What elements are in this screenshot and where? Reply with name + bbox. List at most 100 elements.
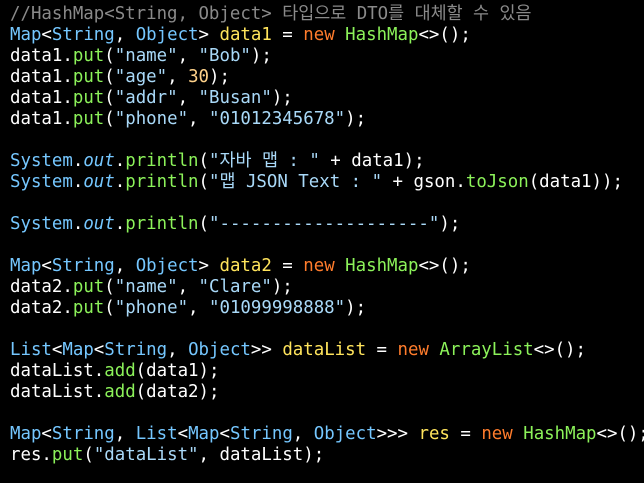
symbol-token: .: [72, 151, 84, 171]
method-token: toJson: [465, 172, 529, 192]
symbol-token: [429, 340, 439, 360]
identifier-token: res: [10, 445, 42, 465]
string-token: "dataList": [93, 445, 199, 465]
string-token: "Clare": [198, 277, 272, 297]
code-line[interactable]: System.out.println("자바 맵 : " + data1);: [10, 151, 644, 172]
code-editor[interactable]: //HashMap<String, Object> 타입으로 DTO를 대체할 …: [0, 0, 644, 483]
code-line[interactable]: //HashMap<String, Object> 타입으로 DTO를 대체할 …: [10, 4, 644, 25]
symbol-token: ,: [177, 46, 199, 66]
symbol-token: .: [455, 172, 466, 192]
identifier-token: data1: [10, 67, 63, 87]
symbol-token: .: [93, 382, 105, 402]
variable-token: data1: [219, 25, 272, 45]
code-line[interactable]: Map<String, Object> data2 = new HashMap<…: [10, 256, 644, 277]
code-line[interactable]: dataList.add(data1);: [10, 361, 644, 382]
keyword-token: new: [303, 256, 335, 276]
symbol-token: (: [135, 361, 147, 381]
code-line[interactable]: [10, 403, 644, 424]
keyword-token: new: [481, 424, 513, 444]
symbol-token: ,: [114, 25, 136, 45]
symbol-token: <>();: [596, 424, 644, 444]
method-token: println: [125, 151, 199, 171]
code-line[interactable]: [10, 193, 644, 214]
constructor-token: HashMap: [345, 256, 419, 276]
symbol-token: <: [93, 340, 105, 360]
symbol-token: ,: [188, 298, 209, 318]
code-line[interactable]: Map<String, Object> data1 = new HashMap<…: [10, 25, 644, 46]
symbol-token: .: [114, 214, 126, 234]
code-line[interactable]: System.out.println("--------------------…: [10, 214, 644, 235]
symbol-token: (: [135, 382, 147, 402]
string-token: "age": [114, 67, 168, 87]
string-token: "--------------------": [209, 214, 440, 234]
variable-token: data2: [219, 256, 272, 276]
symbol-token: .: [93, 361, 105, 381]
code-line[interactable]: [10, 319, 644, 340]
symbol-token: ,: [177, 88, 199, 108]
symbol-token: );: [271, 277, 293, 297]
symbol-token: .: [62, 67, 73, 87]
symbol-token: );: [403, 151, 425, 171]
code-line[interactable]: res.put("dataList", dataList);: [10, 445, 644, 466]
identifier-token: data1: [10, 46, 63, 66]
symbol-token: (: [104, 277, 115, 297]
symbol-token: +: [319, 151, 352, 171]
code-line[interactable]: data1.put("name", "Bob");: [10, 46, 644, 67]
variable-token: res: [418, 424, 450, 444]
code-line[interactable]: [10, 235, 644, 256]
code-line[interactable]: data1.put("phone", "01012345678");: [10, 109, 644, 130]
type-token: Object: [135, 256, 199, 276]
identifier-token: data2: [146, 382, 199, 402]
symbol-token: .: [62, 298, 73, 318]
method-token: put: [72, 277, 105, 297]
constructor-token: HashMap: [523, 424, 597, 444]
constructor-token: HashMap: [345, 25, 419, 45]
keyword-token: new: [303, 25, 335, 45]
number-token: 30: [188, 67, 210, 87]
method-token: println: [125, 172, 199, 192]
symbol-token: );: [209, 67, 230, 87]
code-line[interactable]: List<Map<String, Object>> dataList = new…: [10, 340, 644, 361]
symbol-token: =: [271, 25, 304, 45]
method-token: println: [125, 214, 199, 234]
string-token: "01099998888": [209, 298, 346, 318]
string-token: "phone": [114, 298, 189, 318]
method-token: put: [72, 109, 105, 129]
symbol-token: );: [439, 214, 461, 234]
identifier-token: data1: [351, 151, 404, 171]
code-line[interactable]: data1.put("age", 30);: [10, 67, 644, 88]
symbol-token: ));: [591, 172, 623, 192]
symbol-token: >: [198, 25, 220, 45]
string-token: "phone": [114, 109, 189, 129]
type-token: System: [10, 214, 73, 234]
code-line[interactable]: Map<String, List<Map<String, Object>>> r…: [10, 424, 644, 445]
symbol-token: =: [449, 424, 482, 444]
code-line[interactable]: data2.put("phone", "01099998888");: [10, 298, 644, 319]
symbol-token: );: [345, 109, 367, 129]
symbol-token: ,: [292, 424, 314, 444]
string-token: "자바 맵 : ": [209, 151, 320, 171]
string-token: "name": [114, 277, 178, 297]
symbol-token: .: [62, 109, 73, 129]
symbol-token: >>>: [376, 424, 419, 444]
identifier-token: data1: [10, 88, 63, 108]
symbol-token: =: [271, 256, 304, 276]
symbol-token: (: [528, 172, 540, 192]
symbol-token: [335, 25, 345, 45]
code-line[interactable]: data1.put("addr", "Busan");: [10, 88, 644, 109]
symbol-token: ,: [114, 256, 136, 276]
symbol-token: (: [104, 298, 115, 318]
code-line[interactable]: [10, 130, 644, 151]
method-token: put: [72, 67, 105, 87]
string-token: "name": [114, 46, 178, 66]
symbol-token: (: [104, 88, 115, 108]
method-token: add: [104, 382, 136, 402]
code-line[interactable]: dataList.add(data2);: [10, 382, 644, 403]
type-token: Map: [62, 340, 94, 360]
type-token: String: [51, 25, 115, 45]
symbol-token: <: [41, 256, 52, 276]
symbol-token: );: [198, 382, 220, 402]
type-token: Object: [135, 25, 199, 45]
code-line[interactable]: data2.put("name", "Clare");: [10, 277, 644, 298]
code-line[interactable]: System.out.println("맵 JSON Text : " + gs…: [10, 172, 644, 193]
